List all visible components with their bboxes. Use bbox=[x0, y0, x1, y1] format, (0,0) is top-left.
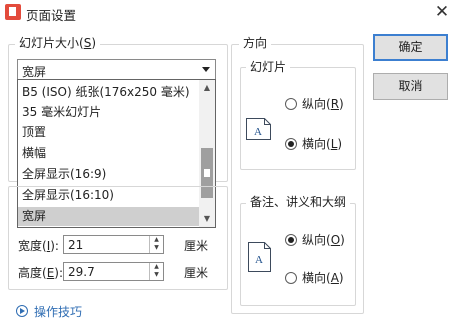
slides-landscape-option[interactable]: 横向(L) bbox=[285, 136, 355, 152]
scroll-up-arrow-icon[interactable]: ▲ bbox=[199, 80, 215, 96]
width-value[interactable]: 21 bbox=[68, 238, 83, 252]
spin-up-icon[interactable]: ▲ bbox=[150, 263, 163, 271]
app-icon bbox=[5, 4, 21, 20]
width-spinbox[interactable]: 21 ▲ ▼ bbox=[63, 235, 164, 254]
width-unit: 厘米 bbox=[184, 239, 209, 253]
height-spinbox[interactable]: 29.7 ▲ ▼ bbox=[63, 262, 164, 281]
height-stepper[interactable]: ▲ ▼ bbox=[149, 263, 163, 280]
notes-portrait-option[interactable]: 纵向(O) bbox=[285, 232, 355, 248]
height-value[interactable]: 29.7 bbox=[68, 265, 95, 279]
slide-size-label: 幻灯片大小(S) bbox=[15, 36, 101, 50]
orientation-label: 方向 bbox=[239, 36, 272, 50]
close-icon[interactable]: ✕ bbox=[430, 1, 454, 23]
slides-orientation-label: 幻灯片 bbox=[246, 60, 291, 74]
page-letter: A bbox=[255, 254, 263, 266]
chevron-down-icon[interactable] bbox=[202, 67, 210, 72]
notes-orientation-label: 备注、讲义和大纲 bbox=[246, 195, 351, 209]
slide-size-select[interactable]: 宽屏 bbox=[17, 59, 216, 80]
width-stepper[interactable]: ▲ ▼ bbox=[149, 236, 163, 253]
page-letter: A bbox=[254, 126, 262, 138]
tips-link[interactable]: 操作技巧 bbox=[34, 303, 82, 320]
radio-button[interactable] bbox=[285, 272, 297, 284]
radio-button-selected[interactable] bbox=[285, 234, 297, 246]
slide-size-value: 宽屏 bbox=[22, 65, 47, 79]
dropdown-option[interactable]: 顶置 bbox=[18, 123, 200, 142]
dropdown-option[interactable]: B5 (ISO) 纸张(176x250 毫米) bbox=[18, 83, 200, 102]
slides-portrait-option[interactable]: 纵向(R) bbox=[285, 96, 355, 112]
spin-up-icon[interactable]: ▲ bbox=[150, 236, 163, 244]
height-label: 高度(E): bbox=[18, 266, 64, 280]
landscape-page-icon: A bbox=[246, 110, 271, 140]
spin-down-icon[interactable]: ▼ bbox=[150, 244, 163, 252]
width-label: 宽度(I): bbox=[18, 239, 59, 253]
notes-landscape-option[interactable]: 横向(A) bbox=[285, 270, 355, 286]
spin-down-icon[interactable]: ▼ bbox=[150, 271, 163, 279]
dropdown-option[interactable]: 横幅 bbox=[18, 144, 200, 163]
play-circle-icon[interactable] bbox=[16, 305, 28, 317]
dropdown-option[interactable]: 全屏显示(16:9) bbox=[18, 165, 200, 184]
portrait-page-icon: A bbox=[248, 242, 273, 272]
height-unit: 厘米 bbox=[184, 266, 209, 280]
radio-button-selected[interactable] bbox=[285, 138, 297, 150]
radio-button[interactable] bbox=[285, 98, 297, 110]
window-title: 页面设置 bbox=[26, 8, 77, 23]
ok-button[interactable]: 确定 bbox=[373, 34, 448, 61]
cancel-button[interactable]: 取消 bbox=[373, 73, 448, 100]
dropdown-option[interactable]: 35 毫米幻灯片 bbox=[18, 103, 200, 122]
